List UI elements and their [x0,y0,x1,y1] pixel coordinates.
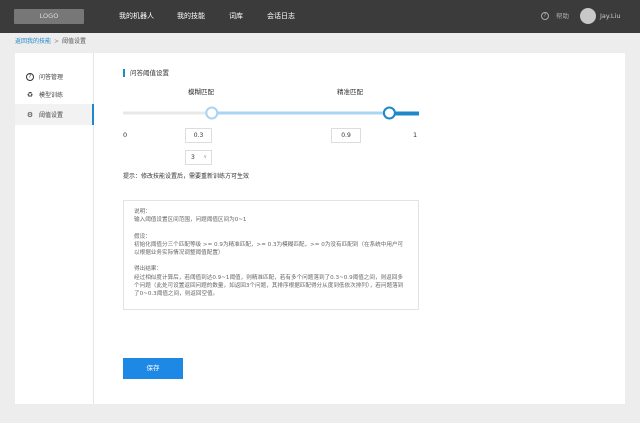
slider-max-label: 1 [413,131,418,139]
logo: LOGO [14,9,84,24]
description-box: 说明： 输入阈值设置区间范围，问题阈值区间为0~1 假设： 初始化阈值分三个匹配… [123,200,419,310]
breadcrumb-current: 阈值设置 [62,38,87,45]
slider-range-fuzzy [211,111,390,115]
fuzzy-threshold-handle[interactable] [205,106,219,120]
nav-my-robots[interactable]: 我的机器人 [119,11,154,21]
desc-title-1: 说明： [134,209,151,215]
desc-title-2: 假设： [134,233,151,240]
hint-text: 提示：修改技能设置后，需要重新训练方可生效 [123,173,250,180]
nav-lexicon[interactable]: 词库 [229,11,243,21]
threshold-slider[interactable] [123,101,419,127]
username[interactable]: Jay.Liu [600,12,620,21]
save-button[interactable]: 保存 [123,358,183,379]
return-count-select[interactable]: 3 ∨ [185,150,212,165]
fuzzy-match-label: 模糊匹配 [188,88,214,96]
help-icon[interactable]: ? [541,12,549,20]
nav-session-log[interactable]: 会话日志 [267,11,295,21]
sidebar-item-model-training[interactable]: ♻ 模型训练 [15,84,94,105]
gear-icon: ⚙ [26,110,34,119]
top-bar: LOGO 我的机器人 我的技能 词库 会话日志 ? 帮助 Jay.Liu [0,0,640,33]
nav-my-skills[interactable]: 我的技能 [177,11,205,21]
return-count-value: 3 [191,154,195,161]
avatar[interactable] [580,8,596,24]
question-circle-icon: ? [26,72,34,81]
sidebar-item-threshold-settings[interactable]: ⚙ 阈值设置 [15,104,94,125]
sidebar-item-label: 问答管理 [39,74,64,81]
desc-line-3: 经过相似度计算后，若阈值到达0.9~1阈值，则精准匹配，若有多个问题落到了0.3… [134,274,404,298]
exact-threshold-input[interactable]: 0.9 [331,128,361,143]
main-panel: ? 问答管理 ♻ 模型训练 ⚙ 阈值设置 问答阈值设置 模糊匹配 精准匹配 0 … [15,53,625,404]
slider-min-label: 0 [123,131,128,139]
recycle-icon: ♻ [26,90,34,99]
exact-threshold-handle[interactable] [382,106,396,120]
desc-line-1: 输入阈值设置区间范围，问题阈值区间为0~1 [134,217,247,224]
desc-line-2: 初始化阈值分三个匹配等级 >= 0.9为精准匹配，>= 0.3为模糊匹配，>= … [134,241,404,257]
sidebar-item-label: 阈值设置 [39,112,64,119]
section-title: 问答阈值设置 [123,69,169,77]
chevron-down-icon: ∨ [203,154,207,160]
fuzzy-threshold-input[interactable]: 0.3 [185,128,212,143]
sidebar: ? 问答管理 ♻ 模型训练 ⚙ 阈值设置 [15,53,94,404]
exact-match-label: 精准匹配 [337,88,363,96]
breadcrumb-separator: > [54,38,60,45]
breadcrumb: 返回我的技能 > 阈值设置 [15,37,86,46]
desc-title-3: 得出结果： [134,266,162,273]
help-link[interactable]: 帮助 [556,12,569,21]
sidebar-item-label: 模型训练 [39,92,64,99]
breadcrumb-back-link[interactable]: 返回我的技能 [15,38,51,45]
